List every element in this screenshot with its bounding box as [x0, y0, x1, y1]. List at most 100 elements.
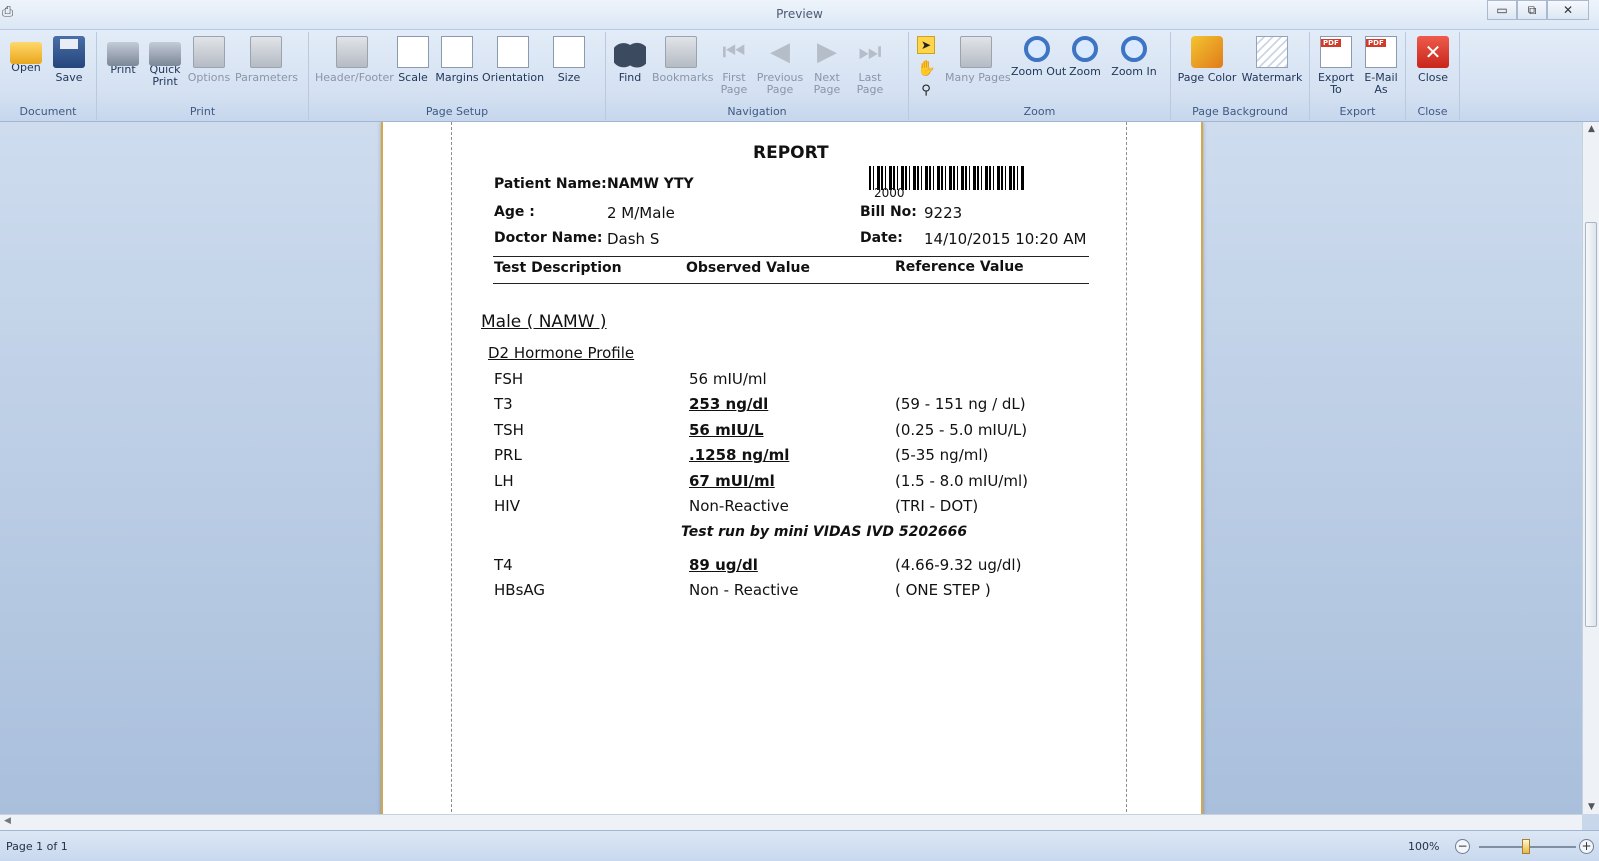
open-button[interactable]: Open [8, 36, 44, 74]
horizontal-scrollbar[interactable]: ◀ [0, 814, 1582, 830]
bookmarks-button[interactable]: Bookmarks [652, 36, 713, 84]
group-label-zoom: Zoom [1023, 105, 1056, 118]
group-zoom: ➤ ✋ ⚲ Many Pages Zoom Out Zoom Zoom In Z… [909, 32, 1171, 120]
page-size-icon [553, 36, 585, 68]
first-page-button[interactable]: ⏮ First Page [714, 36, 754, 96]
margins-button[interactable]: Margins [435, 36, 479, 84]
zoom-in-button[interactable]: Zoom In [1110, 36, 1158, 78]
zoom-plus-icon[interactable]: + [1579, 839, 1594, 854]
margins-icon [441, 36, 473, 68]
scroll-up-icon[interactable]: ▲ [1583, 124, 1599, 134]
test-name: HBsAG [494, 581, 546, 600]
close-preview-button[interactable]: ✕ Close [1414, 36, 1452, 84]
quick-print-button[interactable]: Quick Print [147, 36, 183, 88]
test-value: .1258 ng/ml [689, 446, 790, 465]
doctor-value: Dash S [607, 230, 660, 248]
scale-button[interactable]: Scale [393, 36, 433, 84]
group-close: ✕ Close Close [1406, 32, 1460, 120]
previous-page-button[interactable]: ◀ Previous Page [756, 36, 804, 96]
age-label: Age : [494, 204, 535, 220]
vertical-scrollbar[interactable]: ▲ ▼ [1582, 122, 1599, 814]
zoom-out-button[interactable]: Zoom Out [1011, 36, 1066, 78]
zoom-level: 100% [1408, 840, 1440, 853]
header-footer-icon [336, 36, 368, 68]
test-value: Non - Reactive [689, 581, 799, 600]
test-name: PRL [494, 446, 522, 465]
group-label-close: Close [1417, 105, 1448, 118]
next-page-button[interactable]: ▶ Next Page [807, 36, 847, 96]
pdf-export-icon [1320, 36, 1352, 68]
test-note: Test run by mini VIDAS IVD 5202666 [681, 524, 968, 540]
first-page-icon: ⏮ [722, 37, 746, 67]
date-label: Date: [860, 230, 903, 246]
parameters-button[interactable]: Parameters [235, 36, 298, 84]
patient-name-label: Patient Name: [494, 176, 607, 192]
test-value: 253 ng/dl [689, 395, 769, 414]
page-color-button[interactable]: Page Color [1177, 36, 1237, 84]
size-button[interactable]: Size [549, 36, 589, 84]
minimize-button[interactable]: ▭ [1487, 0, 1517, 20]
profile-heading: D2 Hormone Profile [488, 344, 635, 362]
orientation-button[interactable]: Orientation [482, 36, 544, 84]
pdf-email-icon [1365, 36, 1397, 68]
test-value: 89 ug/dl [689, 556, 758, 574]
last-page-icon: ⏭ [858, 37, 882, 67]
close-window-button[interactable]: ✕ [1547, 0, 1589, 20]
zoom-button[interactable]: Zoom [1067, 36, 1103, 78]
zoom-minus-icon[interactable]: − [1455, 839, 1470, 854]
export-to-button[interactable]: Export To [1314, 36, 1358, 96]
title-bar: ⎙ Preview ▭ ⧉ ✕ [0, 0, 1599, 30]
test-name: T4 [494, 556, 513, 574]
printer-icon [107, 42, 139, 66]
group-page-setup: Header/Footer Scale Margins Orientation … [309, 32, 606, 120]
test-reference: (1.5 - 8.0 mIU/ml) [895, 471, 1028, 490]
group-export: Export To E-Mail As Export [1310, 32, 1406, 120]
vertical-scroll-thumb[interactable] [1585, 222, 1597, 627]
test-name: T3 [494, 395, 513, 414]
test-reference: (4.66-9.32 ug/dl) [895, 556, 1022, 574]
hand-tool-icon[interactable]: ✋ [917, 59, 936, 77]
bookmarks-icon [665, 36, 697, 68]
scroll-left-icon[interactable]: ◀ [4, 816, 11, 826]
save-button[interactable]: Save [51, 36, 87, 84]
header-footer-button[interactable]: Header/Footer [315, 36, 394, 84]
group-label-page-setup: Page Setup [425, 105, 489, 118]
patient-name: NAMW YTY [607, 176, 694, 192]
print-button[interactable]: Print [105, 36, 141, 76]
watermark-icon [1256, 36, 1288, 68]
page-indicator: Page 1 of 1 [6, 840, 68, 853]
find-button[interactable]: Find [612, 36, 648, 84]
scroll-down-icon[interactable]: ▼ [1583, 802, 1599, 812]
barcode-number: 2000 [874, 186, 905, 200]
bill-value: 9223 [924, 204, 963, 222]
last-page-button[interactable]: ⏭ Last Page [850, 36, 890, 96]
save-icon [53, 36, 85, 68]
window-title: Preview [776, 7, 823, 21]
test-reference: (TRI - DOT) [895, 497, 979, 515]
magnifier-tool-icon[interactable]: ⚲ [917, 82, 935, 100]
close-icon: ✕ [1417, 36, 1449, 68]
scale-icon [397, 36, 429, 68]
group-page-background: Page Color Watermark Page Background [1171, 32, 1310, 120]
test-name: TSH [494, 420, 524, 439]
zoom-slider-knob[interactable] [1522, 839, 1530, 854]
many-pages-button[interactable]: Many Pages [945, 36, 1011, 84]
watermark-button[interactable]: Watermark [1241, 36, 1303, 84]
quick-printer-icon [149, 42, 181, 66]
test-reference: ( ONE STEP ) [895, 581, 991, 600]
pointer-icon[interactable]: ➤ [917, 36, 935, 54]
test-name: HIV [494, 497, 520, 515]
zoom-in-icon [1121, 36, 1147, 62]
section-heading: Male ( NAMW ) [481, 312, 607, 332]
group-label-navigation: Navigation [727, 105, 787, 118]
zoom-icon [1072, 36, 1098, 62]
email-as-button[interactable]: E-Mail As [1360, 36, 1402, 96]
zoom-out-icon [1024, 36, 1050, 62]
restore-button[interactable]: ⧉ [1517, 0, 1547, 20]
group-document: Open Save Document [0, 32, 97, 120]
header-rule-top [493, 256, 1089, 257]
test-value: 67 mUI/ml [689, 471, 775, 490]
options-button[interactable]: Options [187, 36, 231, 84]
preview-workspace: REPORT 2000 Patient Name: NAMW YTY Age :… [0, 122, 1582, 814]
col-reference-value: Reference Value [895, 259, 1024, 275]
